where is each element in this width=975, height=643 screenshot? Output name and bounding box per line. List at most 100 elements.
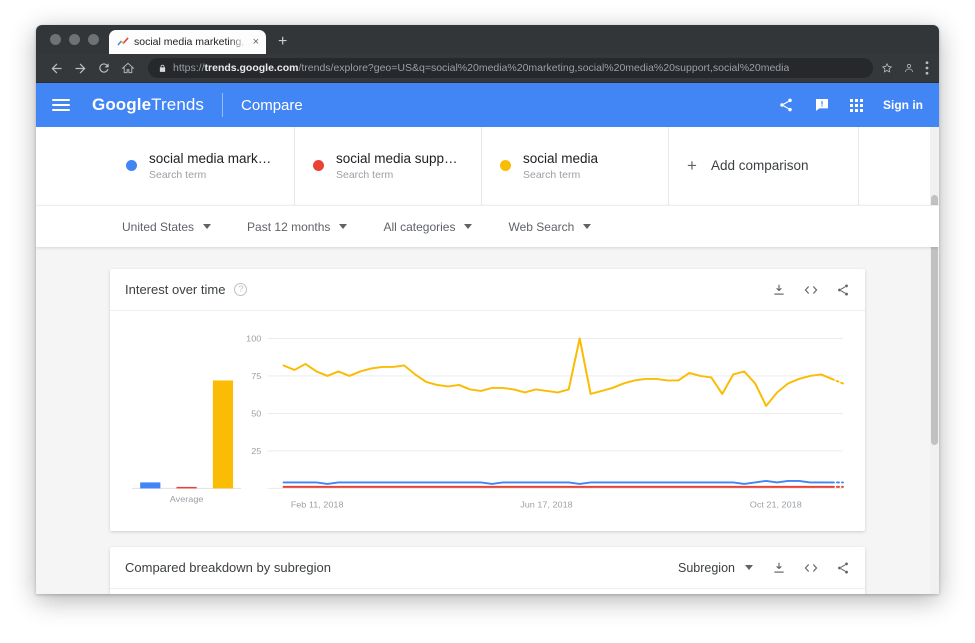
interest-chart: 25 50 75 100 Average Feb 11, 2018 Jun 17, 2018… bbox=[110, 311, 865, 531]
filter-bar: United States Past 12 months All categor… bbox=[36, 205, 939, 247]
interest-over-time-svg[interactable]: 25 50 75 100 Average Feb 11, 2018 Jun 17, 2018… bbox=[122, 325, 853, 523]
minimize-window-button[interactable] bbox=[69, 34, 80, 45]
chevron-down-icon bbox=[464, 224, 473, 229]
subregion-panel-actions: Subregion bbox=[678, 561, 850, 575]
download-icon[interactable] bbox=[772, 561, 786, 575]
brand-google: Google bbox=[92, 95, 152, 114]
filter-region[interactable]: United States bbox=[122, 219, 212, 234]
filter-time-range[interactable]: Past 12 months bbox=[247, 219, 348, 234]
feedback-icon[interactable] bbox=[814, 97, 830, 113]
comparison-term-label: social media bbox=[523, 150, 599, 166]
comparison-term-type: Search term bbox=[149, 168, 207, 181]
reload-icon bbox=[99, 63, 109, 73]
new-tab-button[interactable]: + bbox=[278, 34, 287, 54]
filter-search-type-label: Web Search bbox=[508, 219, 575, 234]
subregion-panel-header: Compared breakdown by subregion Subregio… bbox=[110, 547, 865, 589]
chevron-down-icon bbox=[339, 224, 348, 229]
comparison-card-1[interactable]: social media mark… Search term bbox=[108, 126, 295, 205]
browser-toolbar: https://trends.google.com/trends/explore… bbox=[36, 54, 939, 83]
svg-text:Average: Average bbox=[170, 494, 204, 504]
svg-text:Oct 21, 2018: Oct 21, 2018 bbox=[750, 500, 802, 510]
subregion-selector[interactable]: Subregion bbox=[678, 561, 753, 575]
results-content: Interest over time ? 25 50 75 100 Averag… bbox=[36, 247, 939, 594]
trends-logo[interactable]: GoogleTrends bbox=[92, 95, 204, 115]
plus-icon: + bbox=[687, 156, 697, 175]
window-traffic-lights bbox=[44, 34, 109, 54]
url-host: trends.google.com bbox=[204, 62, 299, 74]
comparison-card-3[interactable]: social media Search term bbox=[482, 126, 669, 205]
close-window-button[interactable] bbox=[50, 34, 61, 45]
download-icon[interactable] bbox=[772, 283, 786, 297]
browser-tab-active[interactable]: social media marketing, social media sup… bbox=[109, 30, 266, 54]
brand-trends: Trends bbox=[151, 95, 205, 114]
home-icon bbox=[121, 62, 135, 74]
tab-close-icon[interactable]: × bbox=[251, 36, 261, 48]
svg-text:75: 75 bbox=[251, 371, 261, 381]
subregion-panel-title: Compared breakdown by subregion bbox=[125, 560, 331, 575]
comparison-cards: social media mark… Search term social me… bbox=[36, 126, 939, 205]
chevron-down-icon bbox=[745, 565, 753, 570]
comparison-term-type: Search term bbox=[523, 168, 581, 181]
comparison-card-2[interactable]: social media supp… Search term bbox=[295, 126, 482, 205]
add-comparison-label: Add comparison bbox=[710, 158, 809, 173]
apps-grid-icon[interactable] bbox=[850, 98, 863, 112]
series-color-swatch bbox=[126, 160, 137, 171]
subregion-panel: Compared breakdown by subregion Subregio… bbox=[110, 547, 865, 594]
svg-text:100: 100 bbox=[246, 334, 261, 344]
series-color-swatch bbox=[313, 160, 324, 171]
profile-icon[interactable] bbox=[903, 62, 915, 74]
subregion-legend-row: social media marketing social media supp… bbox=[110, 589, 865, 594]
back-button[interactable] bbox=[44, 56, 68, 80]
help-icon[interactable]: ? bbox=[234, 283, 248, 296]
filter-category[interactable]: All categories bbox=[383, 219, 473, 234]
menu-icon[interactable] bbox=[52, 99, 70, 111]
url-scheme: https:// bbox=[173, 62, 205, 74]
page-viewport: GoogleTrends Compare Sign in social medi… bbox=[36, 83, 939, 594]
bookmark-star-icon[interactable] bbox=[881, 62, 893, 74]
page-scrollbar[interactable] bbox=[930, 127, 939, 594]
filter-category-label: All categories bbox=[383, 219, 456, 234]
omnibox-actions bbox=[881, 61, 931, 75]
forward-button[interactable] bbox=[68, 56, 92, 80]
url-path: /trends/explore?geo=US&q=social%20media%… bbox=[298, 62, 790, 74]
share-icon[interactable] bbox=[778, 97, 794, 113]
interest-panel-actions bbox=[772, 283, 850, 297]
address-bar-url: https://trends.google.com/trends/explore… bbox=[173, 62, 789, 74]
address-bar[interactable]: https://trends.google.com/trends/explore… bbox=[148, 58, 873, 78]
share-icon[interactable] bbox=[836, 283, 850, 297]
app-bar-actions: Sign in bbox=[778, 97, 923, 113]
comparison-term-label: social media supp… bbox=[336, 150, 458, 166]
filter-region-label: United States bbox=[122, 219, 195, 234]
browser-window: social media marketing, social media sup… bbox=[36, 25, 939, 594]
sign-in-button[interactable]: Sign in bbox=[883, 98, 923, 112]
browser-tab-title: social media marketing, social media sup… bbox=[134, 36, 246, 48]
zoom-window-button[interactable] bbox=[88, 34, 99, 45]
arrow-left-icon bbox=[51, 63, 61, 73]
share-icon[interactable] bbox=[836, 561, 850, 575]
lock-icon bbox=[159, 64, 166, 72]
filter-search-type[interactable]: Web Search bbox=[508, 219, 592, 234]
svg-text:Feb 11, 2018: Feb 11, 2018 bbox=[291, 500, 344, 510]
subregion-selector-label: Subregion bbox=[678, 560, 735, 575]
screenshot-root: social media marketing, social media sup… bbox=[0, 0, 975, 643]
svg-text:25: 25 bbox=[251, 446, 261, 456]
header-divider bbox=[222, 93, 224, 117]
browser-menu-icon[interactable] bbox=[925, 61, 929, 75]
trends-app-bar: GoogleTrends Compare Sign in bbox=[36, 83, 939, 127]
interest-over-time-panel: Interest over time ? 25 50 75 100 Averag… bbox=[110, 269, 865, 531]
embed-icon[interactable] bbox=[803, 283, 819, 297]
series-color-swatch bbox=[500, 160, 511, 171]
page-title: Interest over time bbox=[125, 282, 226, 297]
chevron-down-icon bbox=[583, 224, 592, 229]
reload-button[interactable] bbox=[92, 56, 116, 80]
home-button[interactable] bbox=[116, 56, 140, 80]
filter-time-range-label: Past 12 months bbox=[247, 219, 331, 234]
add-comparison-button[interactable]: + Add comparison bbox=[669, 126, 859, 205]
embed-icon[interactable] bbox=[803, 561, 819, 575]
comparison-term-type: Search term bbox=[336, 168, 394, 181]
svg-text:50: 50 bbox=[251, 409, 261, 419]
trends-favicon-icon bbox=[117, 37, 129, 46]
comparison-term-label: social media mark… bbox=[149, 150, 272, 166]
cards-spacer bbox=[859, 126, 939, 205]
chevron-down-icon bbox=[203, 224, 212, 229]
